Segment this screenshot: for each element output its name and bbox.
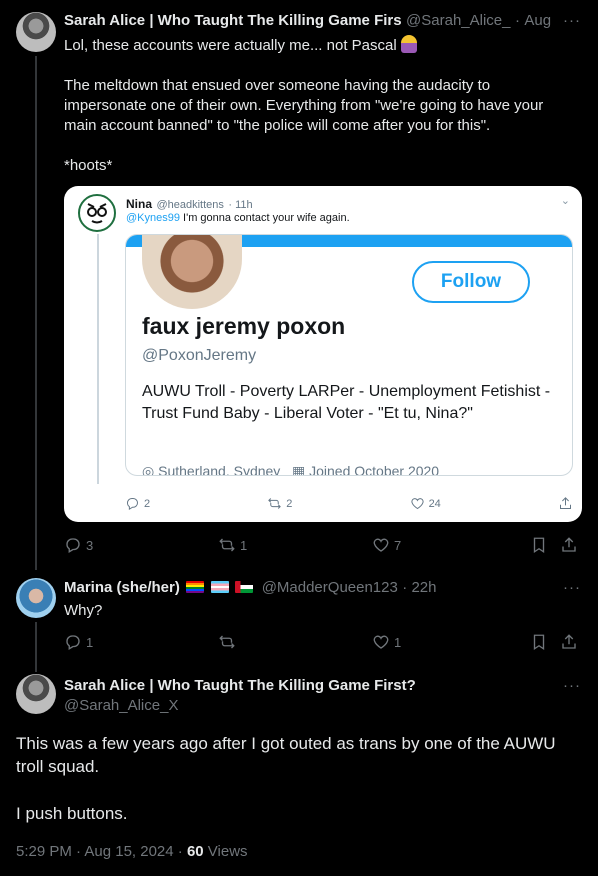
- embed-author-name: Nina: [126, 197, 153, 211]
- embed-text: @Kynes99 I'm gonna contact your wife aga…: [126, 212, 350, 224]
- tweet-text: This was a few years ago after I got out…: [16, 734, 556, 776]
- retweet-button[interactable]: 1: [218, 536, 372, 554]
- thread-line: [35, 56, 37, 570]
- action-bar: 1 1: [64, 632, 588, 652]
- profile-picture: [142, 235, 242, 309]
- share-button[interactable]: [560, 536, 578, 554]
- reply-icon: [66, 635, 80, 650]
- profile-location: Sutherland, Sydney: [158, 463, 281, 476]
- like-button[interactable]: 7: [372, 536, 530, 554]
- author-handle[interactable]: @MadderQueen123: [262, 579, 398, 596]
- share-button[interactable]: [560, 633, 578, 651]
- retweet-count: 1: [240, 537, 248, 553]
- more-icon[interactable]: ···: [563, 12, 581, 29]
- trans-flag-icon: [210, 581, 229, 593]
- palestine-flag-icon: [235, 581, 254, 593]
- embed-share: [558, 496, 573, 511]
- like-count: 1: [394, 634, 402, 650]
- tweet-time[interactable]: · 22h: [402, 579, 436, 596]
- views-label: Views: [203, 843, 248, 860]
- bookmark-icon: [533, 537, 545, 554]
- nina-avatar: [78, 194, 116, 232]
- profile-meta: ◎ Sutherland, Sydney ▦ Joined October 20…: [142, 463, 440, 476]
- like-count: 7: [394, 537, 402, 553]
- author-name[interactable]: Sarah Alice | Who Taught The Killing Gam…: [64, 677, 416, 694]
- tweet-date[interactable]: Aug 15: [524, 12, 554, 29]
- avatar[interactable]: [16, 674, 56, 714]
- profile-display-name: faux jeremy poxon: [142, 313, 346, 339]
- profile-joined: Joined October 2020: [309, 463, 440, 476]
- share-icon: [562, 537, 576, 552]
- embed-reply: 2: [125, 496, 150, 511]
- embed-chevron-down-icon: ⌄: [560, 195, 570, 207]
- more-icon[interactable]: ···: [563, 677, 581, 694]
- reply-button[interactable]: 3: [64, 536, 218, 554]
- tweet-meta: 5:29 PM · Aug 15, 2024 · 60 Views: [16, 843, 248, 860]
- avatar[interactable]: [16, 12, 56, 52]
- author-name[interactable]: Sarah Alice | Who Taught The Killing Gam…: [64, 12, 402, 29]
- tweet-text: I push buttons.: [16, 804, 128, 823]
- profile-handle: @PoxonJeremy: [142, 347, 257, 364]
- retweet-icon: [219, 635, 235, 649]
- calendar-icon: ▦: [291, 463, 306, 476]
- follow-button: Follow: [412, 261, 530, 303]
- profile-bio: AUWU Troll - Poverty LARPer - Unemployme…: [142, 383, 551, 422]
- author-handle[interactable]: @Sarah_Alice_: [406, 12, 510, 29]
- bookmark-button[interactable]: [530, 536, 560, 554]
- embed-action-bar: 2 2 24: [125, 496, 573, 511]
- share-icon: [562, 634, 576, 649]
- like-button[interactable]: 1: [372, 633, 530, 651]
- heart-icon: [373, 538, 389, 552]
- tweet-text: The meltdown that ensued over someone ha…: [64, 77, 544, 134]
- author-handle[interactable]: @Sarah_Alice_X: [64, 697, 178, 714]
- rainbow-flag-icon: [186, 581, 205, 593]
- location-icon: ◎: [142, 463, 155, 476]
- share-icon: [559, 497, 571, 509]
- embed-author-handle: @headkittens: [156, 199, 224, 211]
- retweet-icon: [268, 498, 282, 509]
- avatar[interactable]: [16, 578, 56, 618]
- retweet-button[interactable]: [218, 633, 372, 651]
- heart-icon: [373, 635, 389, 649]
- heart-icon: [410, 498, 424, 510]
- reply-icon: [127, 498, 138, 511]
- separator: ·: [514, 12, 520, 29]
- action-bar: 3 1 7: [64, 535, 588, 555]
- tweet-text: Lol, these accounts were actually me... …: [64, 35, 574, 56]
- reply-icon: [66, 538, 80, 553]
- reply-count: 3: [86, 537, 94, 553]
- reply-button[interactable]: 1: [64, 633, 218, 651]
- bookmark-button[interactable]: [530, 633, 560, 651]
- embed-time: · 11h: [228, 199, 253, 211]
- tweet-text: Why?: [64, 602, 103, 619]
- tweet-timestamp[interactable]: 5:29 PM · Aug 15, 2024 ·: [16, 843, 187, 860]
- bookmark-icon: [533, 634, 545, 651]
- profile-card: Follow faux jeremy poxon @PoxonJeremy AU…: [125, 234, 573, 476]
- embedded-screenshot[interactable]: Nina @headkittens · 11h ⌄ @Kynes99 I'm g…: [64, 186, 582, 522]
- embed-like: 24: [410, 496, 441, 511]
- tweet-text: *hoots*: [64, 157, 113, 174]
- embed-thread-line: [97, 234, 99, 484]
- retweet-icon: [219, 538, 235, 552]
- author-name[interactable]: Marina (she/her): [64, 579, 180, 596]
- woman-facepalming-emoji-icon: [400, 35, 417, 53]
- embed-retweet: 2: [267, 496, 292, 511]
- thread-line: [35, 622, 37, 672]
- more-icon[interactable]: ···: [563, 579, 581, 596]
- reply-count: 1: [86, 634, 94, 650]
- views-count: 60: [186, 843, 204, 860]
